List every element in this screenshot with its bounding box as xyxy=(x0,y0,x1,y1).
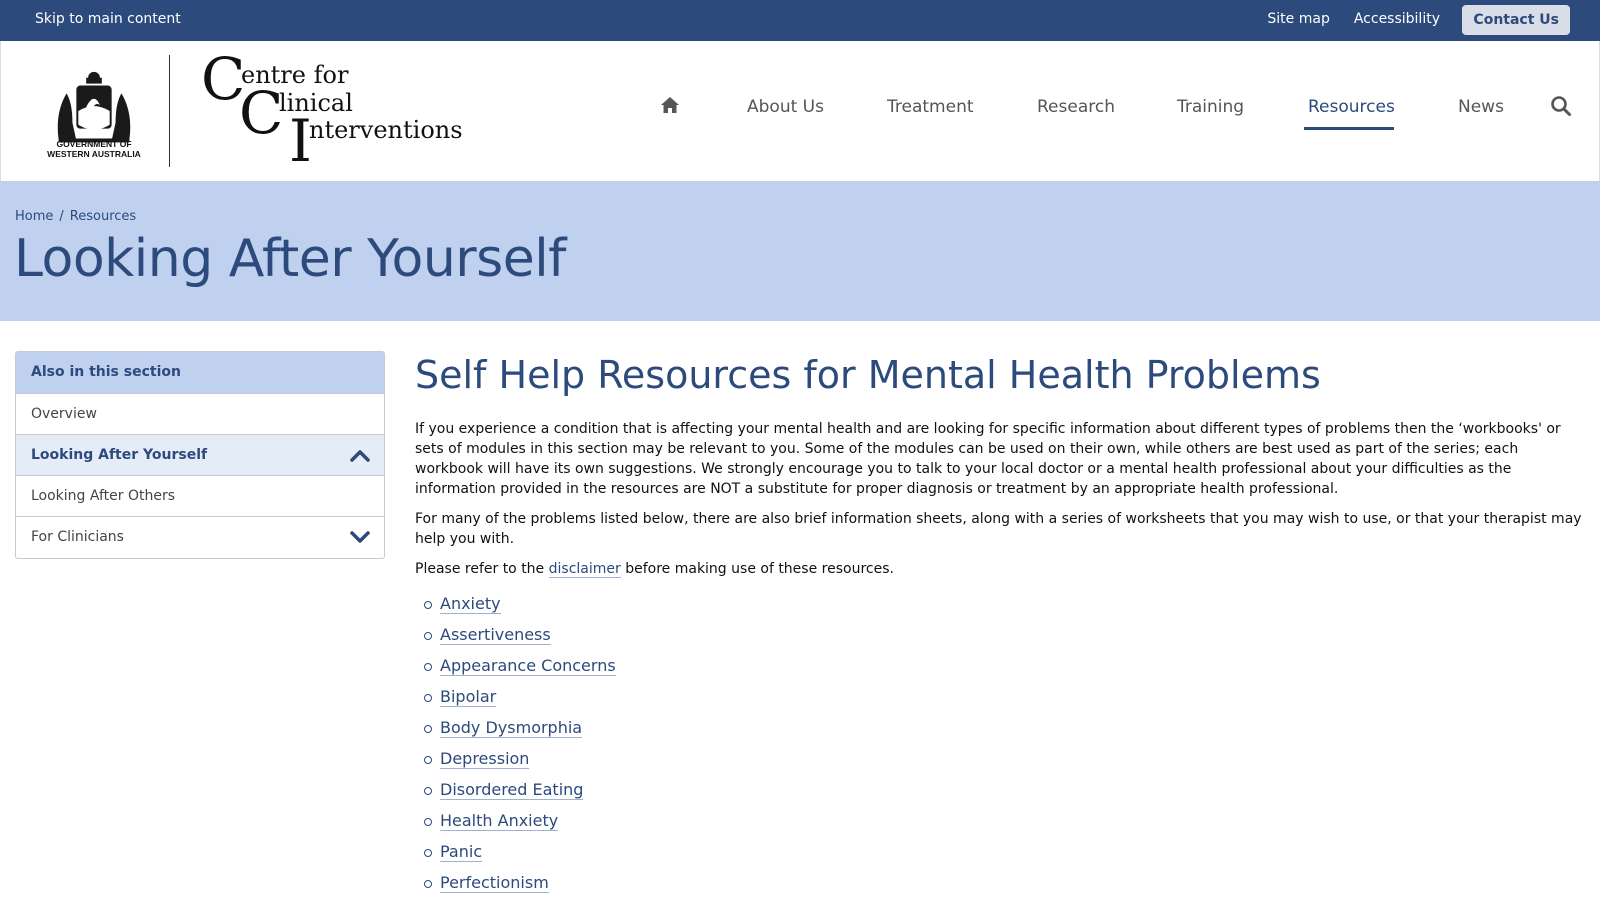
nav-about-us[interactable]: About Us xyxy=(747,97,824,117)
sidebar-item-label: Looking After Others xyxy=(31,488,176,504)
disclaimer-text-before: Please refer to the xyxy=(415,561,549,577)
breadcrumb-home[interactable]: Home xyxy=(15,209,53,224)
government-line2: WESTERN AUSTRALIA xyxy=(47,149,141,159)
breadcrumb-resources[interactable]: Resources xyxy=(70,209,136,224)
nav-resources[interactable]: Resources xyxy=(1308,97,1395,117)
page-banner: Home / Resources Looking After Yourself xyxy=(0,181,1600,321)
sidebar-item-looking-after-others[interactable]: Looking After Others xyxy=(16,476,384,517)
list-item: Bipolar xyxy=(424,684,1585,715)
sidebar-item-for-clinicians[interactable]: For Clinicians xyxy=(16,517,384,558)
list-item: Body Dysmorphia xyxy=(424,715,1585,746)
government-line1: GOVERNMENT OF xyxy=(56,139,132,149)
disclaimer-paragraph: Please refer to the disclaimer before ma… xyxy=(415,559,1585,579)
nav-training[interactable]: Training xyxy=(1177,97,1244,117)
search-icon[interactable] xyxy=(1550,95,1572,117)
page-title: Looking After Yourself xyxy=(14,229,567,289)
contact-us-button[interactable]: Contact Us xyxy=(1462,5,1570,35)
intro-paragraph: If you experience a condition that is af… xyxy=(415,421,1561,497)
resource-list: Anxiety Assertiveness Appearance Concern… xyxy=(415,591,1585,900)
resource-link-depression[interactable]: Depression xyxy=(440,749,530,769)
government-label: GOVERNMENT OF WESTERN AUSTRALIA xyxy=(31,139,157,159)
accessibility-link[interactable]: Accessibility xyxy=(1354,11,1440,27)
chevron-up-icon[interactable] xyxy=(350,446,370,464)
worksheets-paragraph: For many of the problems listed below, t… xyxy=(415,511,1582,547)
list-item: Disordered Eating xyxy=(424,777,1585,808)
resource-link-health-anxiety[interactable]: Health Anxiety xyxy=(440,811,559,831)
resource-link-anxiety[interactable]: Anxiety xyxy=(440,594,501,614)
sidebar-item-looking-after-yourself[interactable]: Looking After Yourself xyxy=(16,435,384,476)
resource-link-bipolar[interactable]: Bipolar xyxy=(440,687,497,707)
resource-link-disordered-eating[interactable]: Disordered Eating xyxy=(440,780,584,800)
site-map-link[interactable]: Site map xyxy=(1267,11,1329,27)
breadcrumb: Home / Resources xyxy=(15,209,136,224)
resource-link-appearance-concerns[interactable]: Appearance Concerns xyxy=(440,656,616,676)
utility-links: Site map Accessibility xyxy=(1267,11,1440,27)
content-heading: Self Help Resources for Mental Health Pr… xyxy=(415,353,1321,397)
nav-treatment[interactable]: Treatment xyxy=(887,97,974,117)
skip-to-content-link[interactable]: Skip to main content xyxy=(35,11,181,27)
list-item: Perfectionism xyxy=(424,870,1585,900)
disclaimer-text-after: before making use of these resources. xyxy=(620,561,894,577)
chevron-down-icon[interactable] xyxy=(350,528,370,546)
nav-news[interactable]: News xyxy=(1458,97,1504,117)
list-item: Anxiety xyxy=(424,591,1585,622)
list-item: Panic xyxy=(424,839,1585,870)
site-header: GOVERNMENT OF WESTERN AUSTRALIA C entre … xyxy=(0,41,1600,181)
resource-link-panic[interactable]: Panic xyxy=(440,842,483,862)
sidebar-heading: Also in this section xyxy=(16,352,384,394)
list-item: Assertiveness xyxy=(424,622,1585,653)
disclaimer-link[interactable]: disclaimer xyxy=(548,561,621,578)
sidebar-item-label: Looking After Yourself xyxy=(31,447,208,463)
resource-link-assertiveness[interactable]: Assertiveness xyxy=(440,625,551,645)
resource-link-body-dysmorphia[interactable]: Body Dysmorphia xyxy=(440,718,583,738)
utility-bar: Skip to main content Site map Accessibil… xyxy=(0,0,1600,41)
sidebar-item-label: Overview xyxy=(31,406,97,422)
resource-link-perfectionism[interactable]: Perfectionism xyxy=(440,873,549,893)
nav-active-indicator xyxy=(1304,127,1394,130)
list-item: Health Anxiety xyxy=(424,808,1585,839)
nav-research[interactable]: Research xyxy=(1037,97,1115,117)
section-sidebar: Also in this section Overview Looking Af… xyxy=(15,351,385,559)
sidebar-item-label: For Clinicians xyxy=(31,529,124,545)
sidebar-item-overview[interactable]: Overview xyxy=(16,394,384,435)
list-item: Appearance Concerns xyxy=(424,653,1585,684)
main-content: Self Help Resources for Mental Health Pr… xyxy=(415,351,1585,900)
breadcrumb-separator: / xyxy=(59,209,64,224)
list-item: Depression xyxy=(424,746,1585,777)
